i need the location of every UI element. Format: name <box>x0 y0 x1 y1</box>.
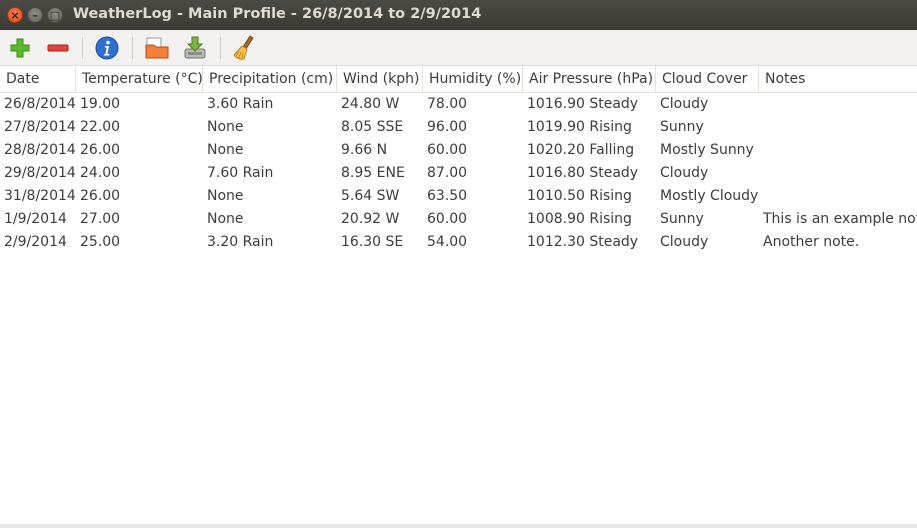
broom-icon <box>233 35 254 60</box>
cell-wind: 8.05 SSE <box>341 119 404 135</box>
cell-air-pressure: 1020.20 Falling <box>527 142 635 158</box>
cell-notes <box>759 139 763 162</box>
cell-precipitation: None <box>207 211 244 227</box>
cell-date: 27/8/2014 <box>4 119 76 135</box>
cell-air-pressure: 1012.30 Steady <box>527 234 639 250</box>
cell-notes <box>759 93 763 116</box>
cell-precipitation: 7.60 Rain <box>207 165 274 181</box>
cell-notes: Another note. <box>763 234 860 250</box>
cell-humidity: 60.00 <box>427 142 468 158</box>
cell-cloud-cover: Cloudy <box>660 234 709 250</box>
cell-date: 28/8/2014 <box>4 142 76 158</box>
toolbar-separator <box>220 37 221 59</box>
cell-humidity: 63.50 <box>427 188 468 204</box>
table-row[interactable]: 2/9/2014 25.00 3.20 Rain 16.30 SE 54.00 … <box>0 231 917 254</box>
cell-notes <box>759 162 763 185</box>
cell-precipitation: None <box>207 119 244 135</box>
cell-air-pressure: 1008.90 Rising <box>527 211 632 227</box>
weather-table: Date Temperature (°C) Precipitation (cm)… <box>0 66 917 254</box>
import-button[interactable] <box>143 34 171 62</box>
column-header-date[interactable]: Date <box>0 66 76 92</box>
close-window-button[interactable]: × <box>7 7 23 23</box>
info-button[interactable] <box>93 34 121 62</box>
cell-precipitation: None <box>207 142 244 158</box>
table-row[interactable]: 31/8/2014 26.00 None 5.64 SW 63.50 1010.… <box>0 185 917 208</box>
remove-icon <box>47 44 69 52</box>
cell-cloud-cover: Cloudy <box>660 165 709 181</box>
cell-humidity: 96.00 <box>427 119 468 135</box>
cell-air-pressure: 1019.90 Rising <box>527 119 632 135</box>
cell-air-pressure: 1016.80 Steady <box>527 165 639 181</box>
remove-button[interactable] <box>44 34 72 62</box>
cell-wind: 16.30 SE <box>341 234 404 250</box>
cell-cloud-cover: Cloudy <box>660 96 709 112</box>
cell-temperature: 26.00 <box>80 142 121 158</box>
column-header-notes[interactable]: Notes <box>759 66 917 92</box>
cell-notes: This is an example note. <box>763 211 917 227</box>
cell-notes <box>759 185 763 208</box>
cell-cloud-cover: Mostly Cloudy <box>660 188 759 204</box>
cell-date: 31/8/2014 <box>4 188 76 204</box>
column-header-air-pressure[interactable]: Air Pressure (hPa) <box>523 66 656 92</box>
cell-wind: 24.80 W <box>341 96 400 112</box>
add-icon <box>10 38 30 58</box>
export-button[interactable] <box>181 34 209 62</box>
cell-humidity: 60.00 <box>427 211 468 227</box>
toolbar-separator <box>132 37 133 59</box>
column-header-wind[interactable]: Wind (kph) <box>337 66 423 92</box>
cell-cloud-cover: Sunny <box>660 119 704 135</box>
column-header-precipitation[interactable]: Precipitation (cm) <box>203 66 337 92</box>
table-row[interactable]: 28/8/2014 26.00 None 9.66 N 60.00 1020.2… <box>0 139 917 162</box>
title-bar: × – □ WeatherLog - Main Profile - 26/8/2… <box>0 0 917 30</box>
cell-wind: 5.64 SW <box>341 188 400 204</box>
import-icon <box>145 37 169 59</box>
info-icon <box>95 36 119 60</box>
window-title: WeatherLog - Main Profile - 26/8/2014 to… <box>73 6 482 22</box>
cell-notes <box>759 116 763 139</box>
cell-temperature: 26.00 <box>80 188 121 204</box>
cell-wind: 20.92 W <box>341 211 400 227</box>
cell-temperature: 27.00 <box>80 211 121 227</box>
cell-cloud-cover: Sunny <box>660 211 704 227</box>
table-body: 26/8/2014 19.00 3.60 Rain 24.80 W 78.00 … <box>0 93 917 254</box>
minimize-window-button[interactable]: – <box>27 7 43 23</box>
cell-cloud-cover: Mostly Sunny <box>660 142 754 158</box>
table-row[interactable]: 1/9/2014 27.00 None 20.92 W 60.00 1008.9… <box>0 208 917 231</box>
cell-humidity: 78.00 <box>427 96 468 112</box>
column-header-temperature[interactable]: Temperature (°C) <box>76 66 203 92</box>
add-button[interactable] <box>6 34 34 62</box>
cell-date: 2/9/2014 <box>4 234 67 250</box>
cell-precipitation: 3.20 Rain <box>207 234 274 250</box>
table-row[interactable]: 27/8/2014 22.00 None 8.05 SSE 96.00 1019… <box>0 116 917 139</box>
cell-temperature: 19.00 <box>80 96 121 112</box>
cell-wind: 8.95 ENE <box>341 165 405 181</box>
export-icon <box>184 36 206 59</box>
cell-temperature: 25.00 <box>80 234 121 250</box>
cell-date: 26/8/2014 <box>4 96 76 112</box>
cell-temperature: 22.00 <box>80 119 121 135</box>
clear-button[interactable] <box>230 34 258 62</box>
window-bottom-border <box>0 524 917 528</box>
table-header: Date Temperature (°C) Precipitation (cm)… <box>0 66 917 93</box>
cell-precipitation: 3.60 Rain <box>207 96 274 112</box>
cell-air-pressure: 1016.90 Steady <box>527 96 639 112</box>
cell-date: 29/8/2014 <box>4 165 76 181</box>
column-header-cloud-cover[interactable]: Cloud Cover <box>656 66 759 92</box>
cell-humidity: 87.00 <box>427 165 468 181</box>
cell-date: 1/9/2014 <box>4 211 67 227</box>
table-row[interactable]: 26/8/2014 19.00 3.60 Rain 24.80 W 78.00 … <box>0 93 917 116</box>
table-row[interactable]: 29/8/2014 24.00 7.60 Rain 8.95 ENE 87.00… <box>0 162 917 185</box>
toolbar <box>0 30 917 66</box>
cell-air-pressure: 1010.50 Rising <box>527 188 632 204</box>
maximize-window-button[interactable]: □ <box>47 7 63 23</box>
cell-precipitation: None <box>207 188 244 204</box>
column-header-humidity[interactable]: Humidity (%) <box>423 66 523 92</box>
cell-humidity: 54.00 <box>427 234 468 250</box>
cell-wind: 9.66 N <box>341 142 388 158</box>
toolbar-separator <box>82 37 83 59</box>
cell-temperature: 24.00 <box>80 165 121 181</box>
